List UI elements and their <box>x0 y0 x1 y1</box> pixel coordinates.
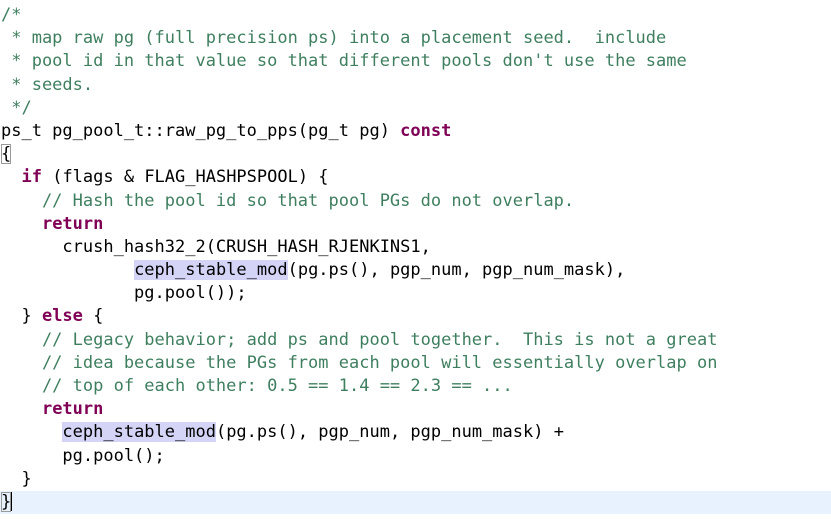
code-line[interactable]: if (flags & FLAG_HASHPSPOOL) { <box>0 166 831 189</box>
code-comment: * pool id in that value so that differen… <box>1 51 687 72</box>
code-keyword: return <box>41 399 104 420</box>
code-text: crush_hash32_2(CRUSH_HASH_RJENKINS1, <box>1 236 431 257</box>
code-line[interactable]: // idea because the PGs from each pool w… <box>0 352 831 375</box>
occurrence-highlight: ceph_stable_mod <box>62 422 216 443</box>
code-keyword: if <box>21 167 42 188</box>
code-text: (pg.ps(), pgp_num, pgp_num_mask) + <box>215 422 564 443</box>
code-line[interactable]: return <box>0 213 831 236</box>
code-text: (flags & FLAG_HASHPSPOOL) { <box>41 167 329 188</box>
code-comment: // idea because the PGs from each pool w… <box>1 352 718 373</box>
code-line[interactable]: { <box>0 143 831 166</box>
code-line[interactable]: } else { <box>0 305 831 328</box>
code-line[interactable]: // top of each other: 0.5 == 1.4 == 2.3 … <box>0 375 831 398</box>
code-line[interactable]: return <box>0 398 831 421</box>
code-text: } <box>1 468 32 489</box>
code-comment: // Legacy behavior; add ps and pool toge… <box>1 329 718 350</box>
code-line[interactable]: ps_t pg_pool_t::raw_pg_to_pps(pg_t pg) c… <box>0 120 831 143</box>
matching-bracket: } <box>1 491 12 512</box>
code-comment: * seeds. <box>1 74 94 95</box>
code-comment: /* <box>1 5 22 25</box>
code-text: } <box>1 306 42 327</box>
code-line[interactable]: * seeds. <box>0 74 831 97</box>
code-keyword: const <box>400 120 452 141</box>
code-text: pg.pool(); <box>1 445 165 466</box>
code-comment: // top of each other: 0.5 == 1.4 == 2.3 … <box>1 376 513 396</box>
code-line[interactable]: ceph_stable_mod(pg.ps(), pgp_num, pgp_nu… <box>0 259 831 282</box>
code-line[interactable]: } <box>0 468 831 491</box>
code-line[interactable]: crush_hash32_2(CRUSH_HASH_RJENKINS1, <box>0 236 831 259</box>
code-editor[interactable]: /* * map raw pg (full precision ps) into… <box>0 0 831 528</box>
code-line[interactable]: pg.pool()); <box>0 282 831 305</box>
code-comment: // Hash the pool id so that pool PGs do … <box>1 190 575 211</box>
code-keyword: return <box>41 213 104 234</box>
occurrence-highlight: ceph_stable_mod <box>134 260 288 281</box>
code-keyword: else <box>41 306 83 327</box>
code-line[interactable]: */ <box>0 97 831 120</box>
matching-bracket: { <box>1 144 12 165</box>
code-line[interactable]: } <box>0 490 831 515</box>
code-text: pg.pool()); <box>1 283 247 304</box>
code-text: (pg.ps(), pgp_num, pgp_num_mask), <box>287 260 626 281</box>
code-line[interactable]: ceph_stable_mod(pg.ps(), pgp_num, pgp_nu… <box>0 421 831 444</box>
code-comment: * map raw pg (full precision ps) into a … <box>1 28 667 49</box>
code-line[interactable]: // Legacy behavior; add ps and pool toge… <box>0 329 831 352</box>
code-text: { <box>82 306 104 327</box>
text-caret <box>11 492 13 512</box>
code-line[interactable]: * map raw pg (full precision ps) into a … <box>0 27 831 50</box>
code-line[interactable]: pg.pool(); <box>0 445 831 468</box>
code-line[interactable]: // Hash the pool id so that pool PGs do … <box>0 190 831 213</box>
code-comment: */ <box>1 97 32 118</box>
code-text: ps_t pg_pool_t::raw_pg_to_pps(pg_t pg) <box>1 120 401 141</box>
code-line[interactable]: * pool id in that value so that differen… <box>0 50 831 73</box>
code-line[interactable]: /* <box>0 4 831 27</box>
